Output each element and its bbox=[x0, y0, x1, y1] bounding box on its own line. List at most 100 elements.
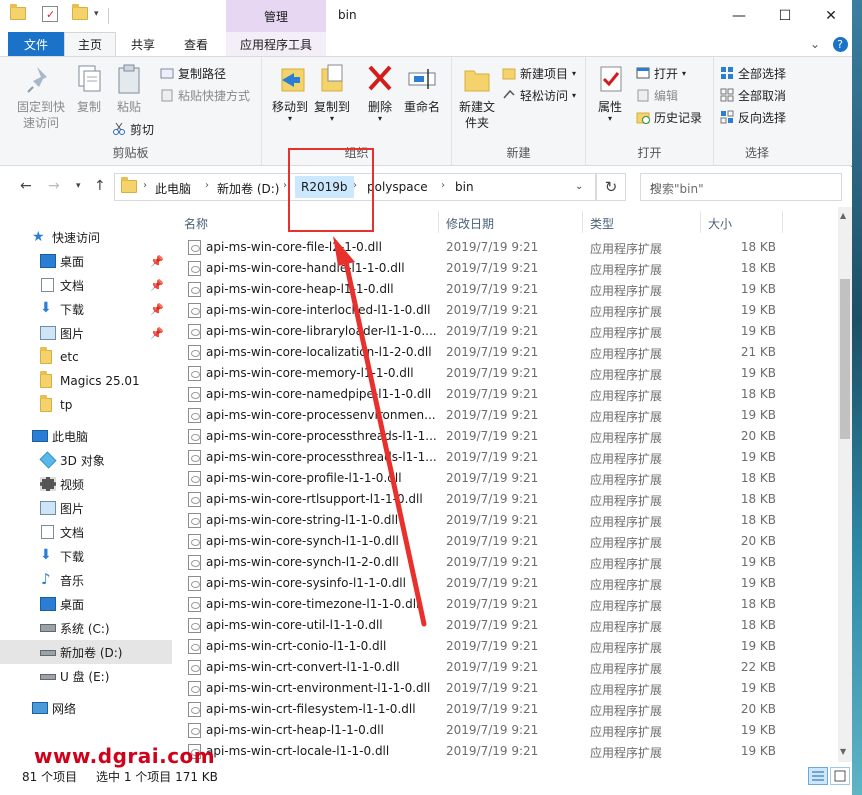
properties-quick-icon[interactable]: ✓ bbox=[42, 6, 58, 22]
large-icons-view-button[interactable] bbox=[830, 767, 850, 785]
column-divider[interactable] bbox=[438, 211, 439, 233]
nav-drive-d[interactable]: 新加卷 (D:) bbox=[0, 640, 172, 664]
table-row[interactable]: api-ms-win-core-interlocked-l1-1-0.dll 20… bbox=[184, 300, 838, 321]
paste-shortcut-button[interactable]: 粘贴快捷方式 bbox=[160, 85, 250, 105]
refresh-button[interactable]: ↻ bbox=[596, 173, 626, 201]
delete-button[interactable]: 删除 ▾ bbox=[358, 63, 402, 123]
tab-view[interactable]: 查看 bbox=[170, 32, 222, 56]
ribbon-expand-icon[interactable]: ⌄ bbox=[806, 32, 824, 56]
column-divider[interactable] bbox=[782, 211, 783, 233]
search-icon[interactable]: ⌕ bbox=[650, 179, 833, 194]
pin-icon[interactable]: 📌 bbox=[150, 279, 164, 292]
table-row[interactable]: api-ms-win-core-synch-l1-1-0.dll 2019/7/1… bbox=[184, 531, 838, 552]
crumb-this-pc[interactable]: 此电脑 bbox=[155, 180, 191, 197]
forward-arrow-icon[interactable]: → bbox=[48, 178, 60, 194]
table-row[interactable]: api-ms-win-core-localization-l1-2-0.dll 2… bbox=[184, 342, 838, 363]
scrollbar-thumb[interactable] bbox=[840, 279, 850, 439]
vertical-scrollbar[interactable]: ▲ ▼ bbox=[838, 207, 852, 762]
invert-selection-button[interactable]: 反向选择 bbox=[720, 107, 786, 127]
nav-music[interactable]: ♪ 音乐 bbox=[0, 568, 172, 592]
recent-locations-icon[interactable]: ▾ bbox=[76, 181, 81, 191]
table-row[interactable]: api-ms-win-core-memory-l1-1-0.dll 2019/7/… bbox=[184, 363, 838, 384]
pin-quick-access-button[interactable]: 固定到快速访问 bbox=[12, 63, 70, 131]
pin-icon[interactable]: 📌 bbox=[150, 327, 164, 340]
column-type[interactable]: 类型 bbox=[590, 215, 614, 232]
paste-button[interactable]: 粘贴 bbox=[106, 63, 152, 115]
crumb-drive-d[interactable]: 新加卷 (D:) bbox=[217, 180, 279, 197]
new-item-button[interactable]: 新建项目 ▾ bbox=[502, 63, 576, 83]
table-row[interactable]: api-ms-win-core-profile-l1-1-0.dll 2019/7… bbox=[184, 468, 838, 489]
nav-magics[interactable]: Magics 25.01 bbox=[0, 369, 172, 393]
back-arrow-icon[interactable]: ← bbox=[20, 178, 32, 194]
address-dropdown-icon[interactable]: ⌄ bbox=[575, 181, 583, 192]
column-divider[interactable] bbox=[582, 211, 583, 233]
select-none-button[interactable]: 全部取消 bbox=[720, 85, 786, 105]
nav-drive-e[interactable]: U 盘 (E:) bbox=[0, 664, 172, 688]
table-row[interactable]: api-ms-win-core-heap-l1-1-0.dll 2019/7/19… bbox=[184, 279, 838, 300]
easy-access-button[interactable]: 轻松访问 ▾ bbox=[502, 85, 576, 105]
nav-drive-c[interactable]: 系统 (C:) bbox=[0, 616, 172, 640]
close-button[interactable]: ✕ bbox=[808, 0, 854, 32]
table-row[interactable]: api-ms-win-core-sysinfo-l1-1-0.dll 2019/7… bbox=[184, 573, 838, 594]
table-row[interactable]: api-ms-win-crt-convert-l1-1-0.dll 2019/7/… bbox=[184, 657, 838, 678]
edit-button[interactable]: 编辑 bbox=[636, 85, 678, 105]
crumb-polyspace[interactable]: polyspace bbox=[367, 180, 428, 194]
table-row[interactable]: api-ms-win-core-synch-l1-2-0.dll 2019/7/1… bbox=[184, 552, 838, 573]
nav-network[interactable]: 网络 bbox=[0, 696, 172, 720]
select-all-button[interactable]: 全部选择 bbox=[720, 63, 786, 83]
nav-desktop-pc[interactable]: 桌面 bbox=[0, 592, 172, 616]
copy-path-button[interactable]: 复制路径 bbox=[160, 63, 226, 83]
nav-quick-access[interactable]: ★ 快速访问 bbox=[0, 225, 172, 249]
nav-documents[interactable]: 文档 📌 bbox=[0, 273, 172, 297]
table-row[interactable]: api-ms-win-core-handle-l1-1-0.dll 2019/7/… bbox=[184, 258, 838, 279]
table-row[interactable]: api-ms-win-core-rtlsupport-l1-1-0.dll 201… bbox=[184, 489, 838, 510]
properties-button[interactable]: 属性 ▾ bbox=[588, 63, 632, 123]
history-button[interactable]: 历史记录 bbox=[636, 107, 702, 127]
nav-downloads[interactable]: ⬇ 下载 📌 bbox=[0, 297, 172, 321]
table-row[interactable]: api-ms-win-core-timezone-l1-1-0.dll 2019/… bbox=[184, 594, 838, 615]
table-row[interactable]: api-ms-win-core-libraryloader-l1-1-0....… bbox=[184, 321, 838, 342]
table-row[interactable]: api-ms-win-crt-conio-l1-1-0.dll 2019/7/19… bbox=[184, 636, 838, 657]
tab-home[interactable]: 主页 bbox=[64, 32, 116, 56]
nav-downloads-pc[interactable]: ⬇ 下载 bbox=[0, 544, 172, 568]
copy-to-button[interactable]: 复制到 ▾ bbox=[308, 63, 356, 123]
table-row[interactable]: api-ms-win-core-processthreads-l1-1... 20… bbox=[184, 426, 838, 447]
manage-context-tab[interactable]: 管理 bbox=[226, 0, 326, 32]
table-row[interactable]: api-ms-win-core-file-l2-1-0.dll 2019/7/19… bbox=[184, 237, 838, 258]
nav-pictures-pc[interactable]: 图片 bbox=[0, 496, 172, 520]
tab-app-tools[interactable]: 应用程序工具 bbox=[226, 32, 326, 56]
minimize-button[interactable]: — bbox=[716, 0, 762, 32]
new-folder-quick-icon[interactable] bbox=[72, 4, 88, 24]
column-name[interactable]: 名称 bbox=[184, 215, 208, 232]
table-row[interactable]: api-ms-win-core-string-l1-1-0.dll 2019/7/… bbox=[184, 510, 838, 531]
maximize-button[interactable]: ☐ bbox=[762, 0, 808, 32]
scroll-down-arrow-icon[interactable]: ▼ bbox=[840, 747, 846, 756]
nav-documents-pc[interactable]: 文档 bbox=[0, 520, 172, 544]
details-view-button[interactable] bbox=[808, 767, 828, 785]
scroll-up-arrow-icon[interactable]: ▲ bbox=[840, 211, 846, 220]
table-row[interactable]: api-ms-win-core-util-l1-1-0.dll 2019/7/19… bbox=[184, 615, 838, 636]
nav-etc[interactable]: etc bbox=[0, 345, 172, 369]
table-row[interactable]: api-ms-win-crt-filesystem-l1-1-0.dll 2019… bbox=[184, 699, 838, 720]
help-icon[interactable]: ? bbox=[832, 32, 848, 56]
nav-this-pc[interactable]: 此电脑 bbox=[0, 424, 172, 448]
search-input[interactable]: 搜索"bin" ⌕ bbox=[640, 173, 842, 201]
nav-desktop[interactable]: 桌面 📌 bbox=[0, 249, 172, 273]
new-folder-button[interactable]: 新建文件夹 bbox=[454, 63, 500, 131]
rename-button[interactable]: 重命名 bbox=[398, 63, 446, 115]
table-row[interactable]: api-ms-win-crt-locale-l1-1-0.dll 2019/7/1… bbox=[184, 741, 838, 762]
cut-button[interactable]: 剪切 bbox=[112, 119, 154, 139]
table-row[interactable]: api-ms-win-core-processenvironmen... 2019… bbox=[184, 405, 838, 426]
nav-pictures[interactable]: 图片 📌 bbox=[0, 321, 172, 345]
move-to-button[interactable]: 移动到 ▾ bbox=[266, 63, 314, 123]
table-row[interactable]: api-ms-win-crt-environment-l1-1-0.dll 201… bbox=[184, 678, 838, 699]
column-divider[interactable] bbox=[700, 211, 701, 233]
pin-icon[interactable]: 📌 bbox=[150, 303, 164, 316]
column-date[interactable]: 修改日期 bbox=[446, 215, 494, 232]
table-row[interactable]: api-ms-win-crt-heap-l1-1-0.dll 2019/7/19 … bbox=[184, 720, 838, 741]
nav-3d-objects[interactable]: 3D 对象 bbox=[0, 448, 172, 472]
customize-quick-access-icon[interactable]: ▾ bbox=[94, 9, 99, 19]
column-size[interactable]: 大小 bbox=[708, 215, 732, 232]
nav-videos[interactable]: 视频 bbox=[0, 472, 172, 496]
tab-share[interactable]: 共享 bbox=[118, 32, 168, 56]
